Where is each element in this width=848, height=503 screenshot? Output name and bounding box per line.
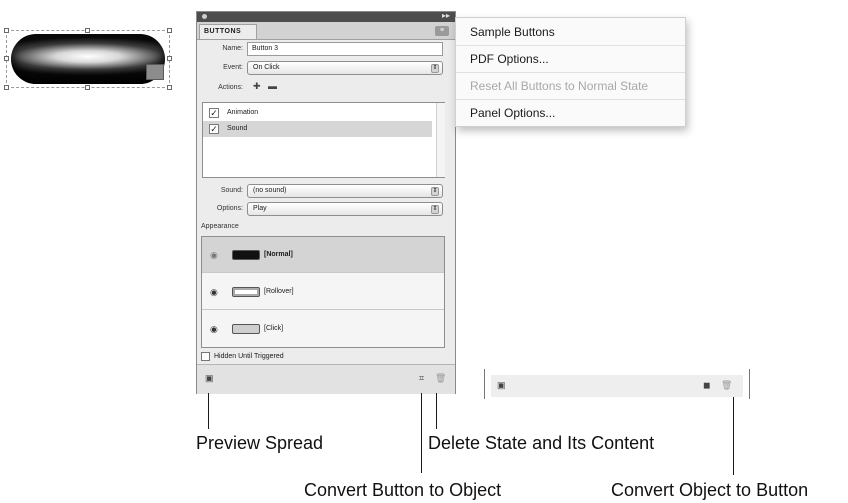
state-row-rollover[interactable]: ◉ [Rollover]: [202, 274, 444, 310]
sound-select[interactable]: (no sound) ⇕: [247, 184, 443, 198]
trash-icon[interactable]: 🗑: [435, 373, 446, 384]
menu-item-pdf-options[interactable]: PDF Options...: [456, 47, 685, 71]
leader-line: [436, 393, 437, 429]
panel-footer-bar: ▣ ◼ 🗑: [491, 375, 743, 397]
state-thumbnail: [232, 324, 260, 334]
sound-value: (no sound): [253, 187, 287, 194]
collapse-icon[interactable]: ▸▸: [442, 11, 450, 20]
checkbox-checked-icon[interactable]: ✓: [209, 108, 219, 118]
resize-handle[interactable]: [167, 28, 172, 33]
resize-handle[interactable]: [167, 56, 172, 61]
eye-icon[interactable]: ◉: [210, 250, 218, 261]
appearance-heading: Appearance: [201, 223, 239, 230]
list-item[interactable]: ✓ Animation: [203, 105, 432, 121]
callout-preview-spread: Preview Spread: [196, 433, 324, 453]
options-value: Play: [253, 205, 267, 212]
name-label: Name:: [222, 45, 243, 52]
action-label: Animation: [227, 109, 259, 116]
action-label: Sound: [227, 125, 248, 132]
name-field[interactable]: Button 3: [247, 42, 443, 56]
resize-handle[interactable]: [4, 28, 9, 33]
add-action-icon[interactable]: ✚: [253, 81, 261, 92]
panel-flyout-menu: Sample Buttons PDF Options... Reset All …: [455, 17, 686, 127]
tab-buttons[interactable]: BUTTONS: [199, 24, 257, 39]
callout-convert-to-button: Convert Object to Button: [611, 480, 809, 500]
callout-convert-to-object: Convert Button to Object: [304, 480, 502, 500]
callout-delete-state: Delete State and Its Content: [428, 433, 655, 453]
preview-spread-icon[interactable]: ▣: [205, 373, 214, 384]
menu-item-panel-options[interactable]: Panel Options...: [456, 101, 685, 125]
chevron-updown-icon: ⇕: [431, 187, 439, 196]
menu-divider: [456, 45, 685, 46]
menu-divider: [456, 99, 685, 100]
eye-icon[interactable]: ◉: [210, 324, 218, 335]
state-row-click[interactable]: ◉ [Click]: [202, 311, 444, 347]
menu-divider: [456, 72, 685, 73]
resize-handle[interactable]: [4, 56, 9, 61]
trash-icon[interactable]: 🗑: [721, 380, 732, 391]
resize-handle[interactable]: [85, 85, 90, 90]
options-select[interactable]: Play ⇕: [247, 202, 443, 216]
leader-line: [208, 393, 209, 429]
preview-spread-icon[interactable]: ▣: [497, 380, 506, 391]
remove-action-icon[interactable]: ▬: [268, 81, 277, 91]
resize-handle[interactable]: [85, 28, 90, 33]
state-row-normal[interactable]: ◉ [Normal]: [202, 237, 444, 273]
list-item[interactable]: ✓ Sound: [203, 121, 432, 137]
button-indicator-icon: [146, 64, 164, 80]
event-select[interactable]: On Click ⇕: [247, 61, 443, 75]
resize-handle[interactable]: [4, 85, 9, 90]
eye-icon[interactable]: ◉: [210, 287, 218, 298]
state-thumbnail: [232, 250, 260, 260]
state-label: [Normal]: [264, 251, 293, 258]
panel-title-bar[interactable]: ▸▸: [197, 11, 455, 22]
panel-footer: ▣ ⌗ 🗑: [197, 364, 455, 394]
convert-object-to-button-icon[interactable]: ◼: [703, 380, 710, 391]
actions-list: ✓ Animation ✓ Sound: [202, 102, 445, 178]
leader-line: [733, 397, 734, 475]
leader-line: [421, 393, 422, 473]
sound-label: Sound:: [220, 187, 243, 194]
checkbox-checked-icon[interactable]: ✓: [209, 124, 219, 134]
list-scrollbar[interactable]: [436, 103, 445, 177]
resize-handle[interactable]: [167, 85, 172, 90]
hidden-until-triggered-label: Hidden Until Triggered: [214, 353, 284, 360]
panel-footer-alt: ▣ ◼ 🗑: [484, 369, 750, 399]
chevron-updown-icon: ⇕: [431, 205, 439, 214]
event-value: On Click: [253, 64, 280, 71]
convert-button-to-object-icon[interactable]: ⌗: [419, 373, 424, 384]
state-thumbnail: [232, 287, 260, 297]
options-label: Options:: [216, 205, 243, 212]
menu-item-sample-buttons[interactable]: Sample Buttons: [456, 20, 685, 44]
state-label: [Rollover]: [264, 288, 294, 295]
panel-menu-icon[interactable]: ≡: [435, 26, 449, 36]
menu-item-reset-all-buttons: Reset All Buttons to Normal State: [470, 79, 649, 93]
buttons-panel: ▸▸ BUTTONS ≡ Name: Button 3 Event: On Cl…: [196, 11, 456, 394]
chevron-updown-icon: ⇕: [431, 64, 439, 73]
states-list: ◉ [Normal] ◉ [Rollover] ◉ [Click]: [201, 236, 445, 348]
actions-label: Actions:: [218, 84, 243, 91]
event-label: Event:: [223, 64, 243, 71]
close-icon[interactable]: [202, 14, 207, 19]
hidden-until-triggered-checkbox[interactable]: [201, 352, 210, 361]
state-label: [Click]: [264, 325, 284, 332]
button-artwork[interactable]: [11, 34, 165, 84]
